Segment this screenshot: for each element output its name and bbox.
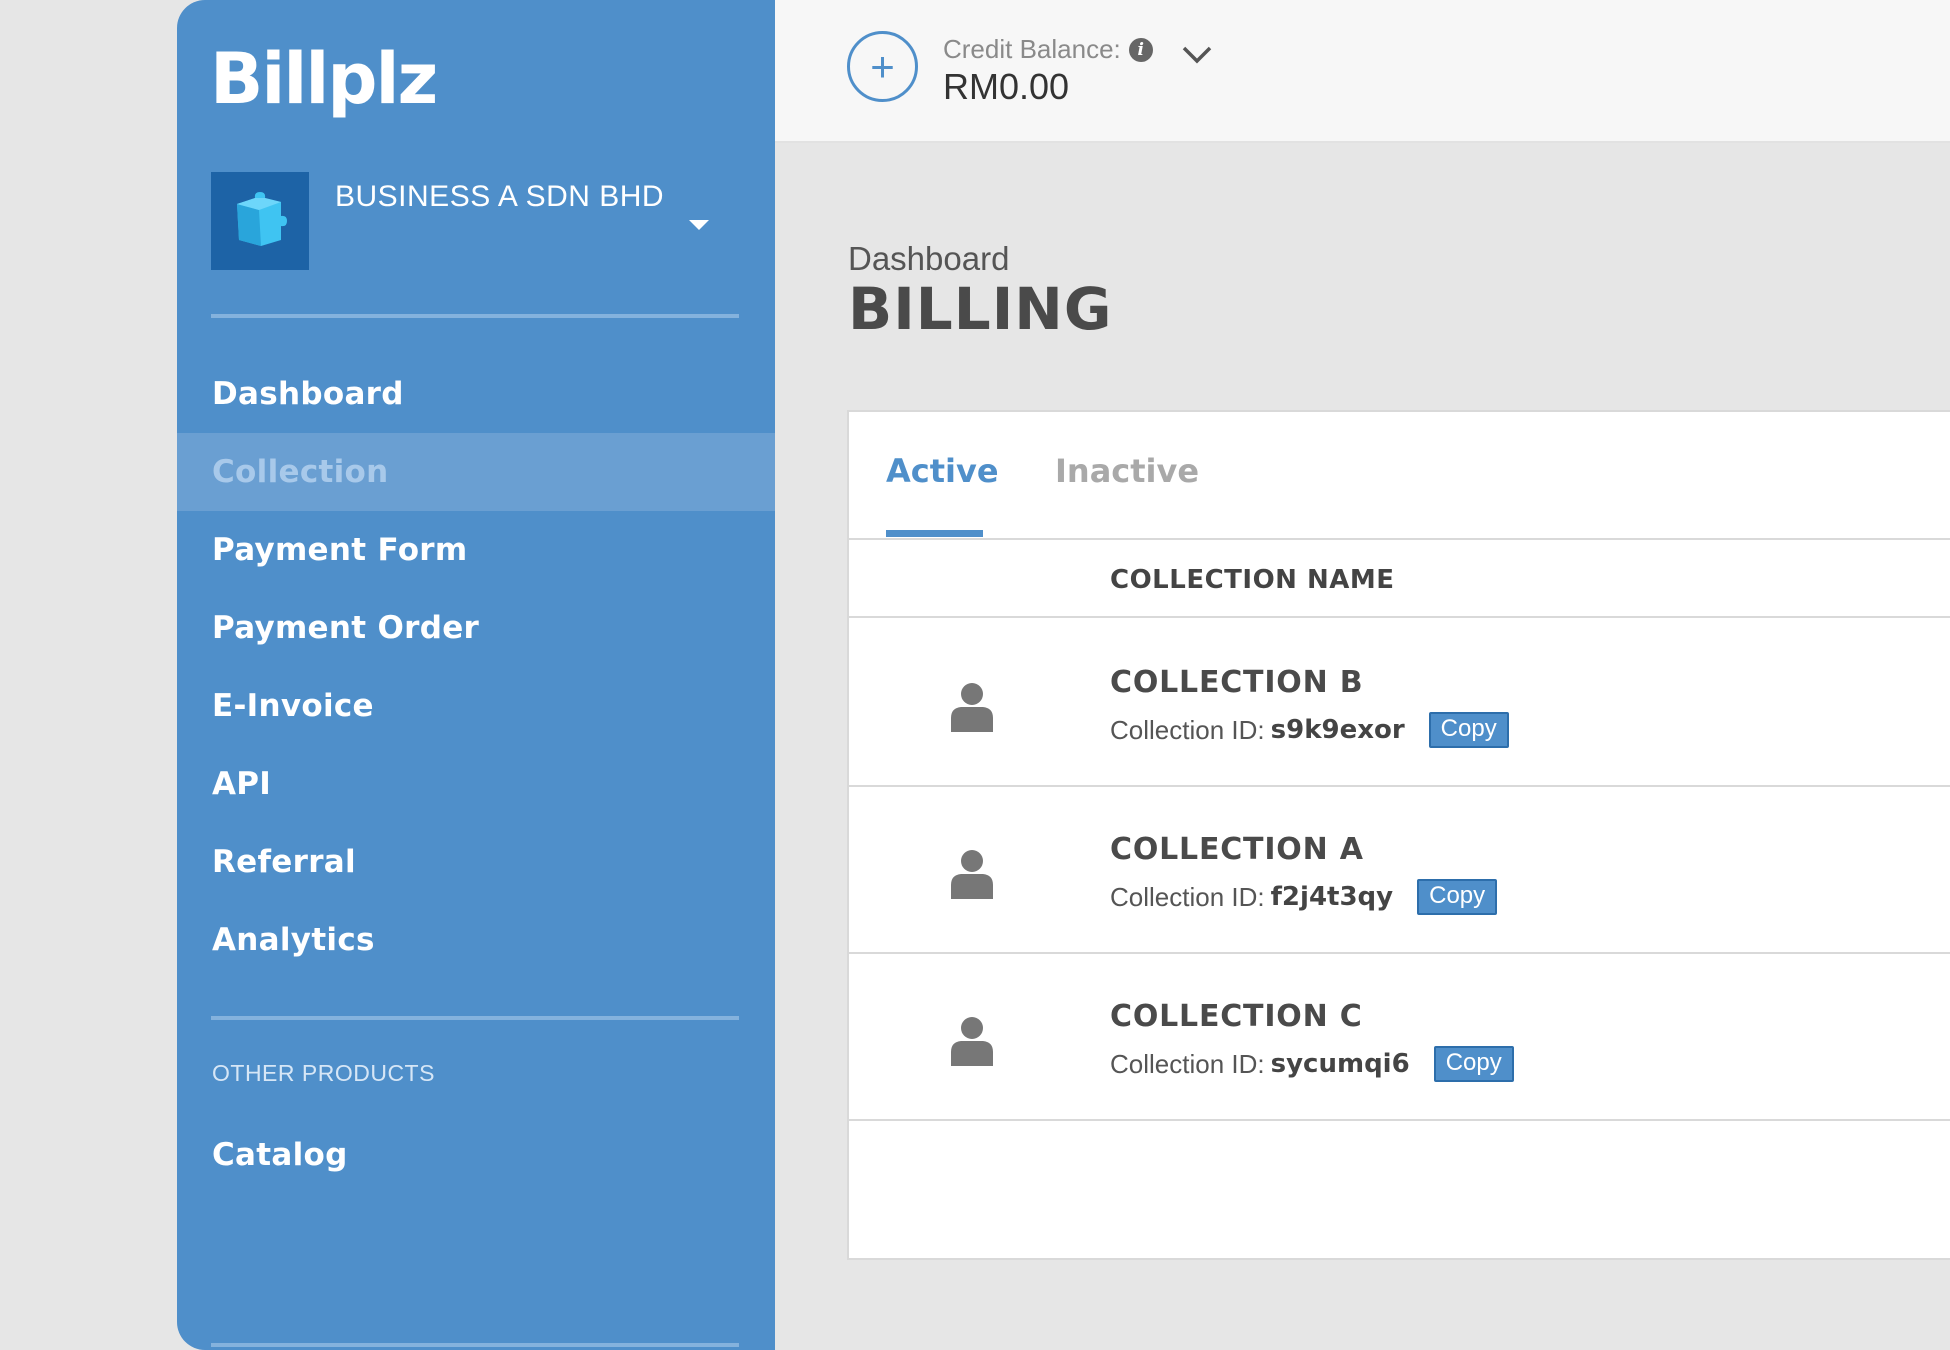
table-row[interactable]: COLLECTION B Collection ID: s9k9exor Cop… [849,620,1950,787]
sidebar-divider [211,1343,739,1347]
business-name[interactable]: BUSINESS A SDN BHD [335,180,664,214]
sidebar-divider [211,1016,739,1020]
section-label-other-products: OTHER PRODUCTS [212,1060,435,1086]
copy-button[interactable]: Copy [1433,1046,1514,1083]
topbar: + Credit Balance: i RM0.00 [775,0,1950,143]
collection-name[interactable]: COLLECTION B [1110,665,1363,700]
collection-name[interactable]: COLLECTION A [1110,832,1364,867]
add-credit-button[interactable]: + [847,31,918,102]
breadcrumb[interactable]: Dashboard [848,240,1009,278]
tab-bar: Active Inactive [849,412,1950,540]
sidebar-item-analytics[interactable]: Analytics [177,901,775,979]
collection-name[interactable]: COLLECTION C [1110,999,1363,1034]
sidebar-item-dashboard[interactable]: Dashboard [177,355,775,433]
caret-down-icon[interactable] [689,220,709,230]
sidebar-divider [211,314,739,318]
collection-id-label: Collection ID: [1110,881,1265,912]
active-tab-indicator [886,530,983,537]
person-icon [951,850,993,899]
sidebar-item-catalog[interactable]: Catalog [177,1116,775,1194]
sidebar-item-referral[interactable]: Referral [177,823,775,901]
info-icon[interactable]: i [1128,37,1153,62]
sidebar-item-collection[interactable]: Collection [177,433,775,511]
collection-id-label: Collection ID: [1110,714,1265,745]
credit-balance-label: Credit Balance: [943,34,1121,64]
plus-icon: + [870,42,895,90]
collections-panel: Active Inactive COLLECTION NAME COLLECTI… [847,410,1950,1260]
sidebar-item-api[interactable]: API [177,745,775,823]
table-row[interactable]: COLLECTION A Collection ID: f2j4t3qy Cop… [849,787,1950,954]
table-header: COLLECTION NAME [849,540,1950,618]
credit-balance-value: RM0.00 [943,66,1070,107]
chevron-down-icon[interactable] [1180,42,1214,66]
copy-button[interactable]: Copy [1428,712,1509,749]
table-row[interactable]: COLLECTION C Collection ID: sycumqi6 Cop… [849,954,1950,1121]
column-header-collection-name[interactable]: COLLECTION NAME [1110,565,1395,595]
tab-active[interactable]: Active [886,452,999,490]
sidebar-nav: Dashboard Collection Payment Form Paymen… [177,355,775,979]
sidebar: Billplz BUSINESS A SDN BHD Dashboard Col… [177,0,775,1350]
page-title: BILLING [848,275,1113,343]
business-avatar[interactable] [211,172,309,270]
sidebar-item-payment-form[interactable]: Payment Form [177,511,775,589]
collection-id-value: sycumqi6 [1270,1049,1410,1080]
person-icon [951,1017,993,1066]
copy-button[interactable]: Copy [1417,879,1498,916]
sidebar-item-e-invoice[interactable]: E-Invoice [177,667,775,745]
person-icon [951,683,993,732]
collection-id-value: f2j4t3qy [1270,882,1394,913]
puzzle-icon [237,192,287,246]
billplz-logo[interactable]: Billplz [210,38,438,120]
collection-id-value: s9k9exor [1270,715,1405,746]
tab-inactive[interactable]: Inactive [1055,452,1199,490]
sidebar-item-payment-order[interactable]: Payment Order [177,589,775,667]
collection-id-label: Collection ID: [1110,1048,1265,1079]
